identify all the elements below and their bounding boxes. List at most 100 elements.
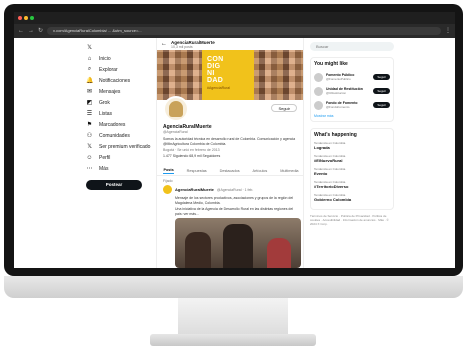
avatar[interactable] bbox=[314, 72, 323, 82]
minimize-window-icon[interactable] bbox=[24, 16, 28, 20]
post-text-2: Una iniciativa de la Agencia de Desarrol… bbox=[175, 207, 294, 216]
photo-person bbox=[223, 224, 253, 268]
banner-title: CON DIG NI DAD bbox=[207, 56, 223, 84]
suggestion-handle: @FondoFomento bbox=[326, 105, 350, 109]
pinned-post[interactable]: Fijado AgenciaRuralMuerte @AgenciaRural … bbox=[163, 179, 301, 216]
right-sidebar: Buscar You might like Fomento Público @Fo… bbox=[310, 42, 394, 226]
more-icon: ⋯ bbox=[86, 166, 93, 172]
sidebar-item-explorar[interactable]: ⌕ Explorar bbox=[86, 64, 154, 75]
address-bar[interactable]: x.com/AgenciaRuralColombia/ ... &utm_sou… bbox=[47, 27, 441, 35]
banner-line-3: NI bbox=[207, 70, 215, 77]
back-arrow-icon[interactable]: ← bbox=[161, 41, 167, 47]
photo-person bbox=[185, 232, 211, 268]
suggestion-list: Fomento Público @FomentoPublico Seguir Unid… bbox=[314, 70, 390, 112]
browser-tab-bar bbox=[14, 12, 455, 24]
sidebar-item-label: Ser premium verificado bbox=[99, 143, 151, 150]
trend-item[interactable]: Tendencia en Colombia Evento bbox=[314, 167, 390, 180]
follow-button[interactable]: Seguir bbox=[373, 74, 390, 80]
show-more-link[interactable]: Mostrar más bbox=[314, 114, 390, 118]
sidebar-item-label: Inicio bbox=[99, 55, 111, 62]
tab-destacados[interactable]: Destacados bbox=[220, 169, 240, 173]
photo-person bbox=[267, 238, 291, 268]
sidebar-item-label: Mensajes bbox=[99, 88, 121, 95]
trends-title: What's happening bbox=[314, 132, 357, 138]
monitor-frame: ← → ↻ x.com/AgenciaRuralColombia/ ... &u… bbox=[4, 4, 463, 276]
profile-tabs: Posts Respuestas Destacados Artículos Multim… bbox=[157, 166, 303, 176]
close-window-icon[interactable] bbox=[18, 16, 22, 20]
reload-icon[interactable]: ↻ bbox=[38, 28, 43, 34]
suggestion-text: Fondo de Fomento @FondoFomento bbox=[326, 101, 370, 109]
sidebar-item-listas[interactable]: ☰ Listas bbox=[86, 108, 154, 119]
tab-posts[interactable]: Posts bbox=[163, 168, 174, 174]
sidebar-item-grok[interactable]: ◩ Grok bbox=[86, 97, 154, 108]
browser-toolbar: ← → ↻ x.com/AgenciaRuralColombia/ ... &u… bbox=[14, 24, 455, 38]
sidebar-item-comunidades[interactable]: ⚇ Comunidades bbox=[86, 130, 154, 141]
sidebar-item-label: Notificaciones bbox=[99, 77, 131, 84]
mail-icon: ✉ bbox=[86, 89, 93, 95]
tab-respuestas[interactable]: Respuestas bbox=[187, 169, 207, 173]
avatar[interactable] bbox=[314, 86, 323, 96]
banner-line-1: CON bbox=[207, 56, 224, 63]
profile-bio: Somos la autoridad técnica en desarrollo… bbox=[163, 137, 296, 146]
follow-counts[interactable]: 1.477 Siguiendo 68,9 mil Seguidores bbox=[163, 154, 301, 158]
footer-links[interactable]: Términos de Servicio · Política de Priva… bbox=[310, 214, 394, 226]
profile-banner[interactable]: CON DIG NI DAD #AgenciaRural bbox=[157, 50, 303, 100]
post-photo[interactable] bbox=[175, 218, 301, 268]
profile-avatar[interactable] bbox=[163, 96, 189, 122]
bell-icon: 🔔 bbox=[86, 78, 94, 84]
banner-tagline: #AgenciaRural bbox=[207, 86, 230, 90]
suggestions-title: You might like bbox=[314, 61, 348, 67]
suggestion-handle: @FomentoPublico bbox=[326, 77, 351, 81]
sidebar-item-perfil[interactable]: ☺ Perfil bbox=[86, 152, 154, 163]
sidebar-item-label: Marcadores bbox=[99, 121, 126, 128]
back-arrow-icon[interactable]: ← bbox=[18, 28, 24, 34]
grok-icon: ◩ bbox=[86, 100, 93, 106]
follow-button[interactable]: Seguir bbox=[373, 88, 390, 94]
post-button[interactable]: Postear bbox=[86, 180, 142, 190]
suggestion-item[interactable]: Unidad de Restitución @URestitucion Seguir bbox=[314, 84, 390, 98]
sidebar-item-label: Explorar bbox=[99, 66, 118, 73]
suggestion-text: Unidad de Restitución @URestitucion bbox=[326, 87, 370, 95]
pinned-label: Fijado bbox=[163, 179, 173, 183]
sidebar-item-label: Perfil bbox=[99, 154, 111, 161]
sidebar-item-ser-premium-verificado[interactable]: 𝕏 Ser premium verificado bbox=[86, 141, 154, 152]
suggestion-item[interactable]: Fomento Público @FomentoPublico Seguir bbox=[314, 70, 390, 84]
profile-info: AgenciaRuralMuerte @AgenciaRural Somos l… bbox=[163, 124, 301, 158]
post-avatar[interactable] bbox=[163, 185, 172, 194]
sidebar-item-inicio[interactable]: ⌂ Inicio bbox=[86, 53, 154, 64]
profile-icon: ☺ bbox=[86, 154, 93, 161]
home-icon: ⌂ bbox=[87, 55, 92, 62]
tab-multimedia[interactable]: Multimedia bbox=[280, 169, 298, 173]
sidebar-item-marcadores[interactable]: ⚑ Marcadores bbox=[86, 119, 154, 130]
trend-item[interactable]: Tendencia en Colombia Lograda bbox=[314, 141, 390, 154]
maximize-window-icon[interactable] bbox=[30, 16, 34, 20]
tab-artículos[interactable]: Artículos bbox=[253, 169, 268, 173]
twitter-page: 𝕏 ⌂ Inicio ⌕ Explorar 🔔 Notificaciones ✉ Mensaje… bbox=[14, 38, 455, 268]
extensions-icon[interactable]: ⋮ bbox=[445, 28, 451, 34]
monitor-chin bbox=[4, 276, 463, 298]
avatar[interactable] bbox=[314, 100, 323, 110]
trend-item[interactable]: Tendencia en Colombia #ElNuevoRural bbox=[314, 154, 390, 167]
sidebar-item-mensajes[interactable]: ✉ Mensajes bbox=[86, 86, 154, 97]
trend-name: Lograda bbox=[314, 145, 330, 150]
suggestion-handle: @URestitucion bbox=[326, 91, 347, 95]
trend-item[interactable]: Tendencia en Colombia #TerritorioDiverso bbox=[314, 180, 390, 193]
forward-arrow-icon[interactable]: → bbox=[28, 28, 34, 34]
suggestion-item[interactable]: Fondo de Fomento @FondoFomento Seguir bbox=[314, 98, 390, 112]
trend-name: Evento bbox=[314, 171, 328, 176]
monitor-stand bbox=[178, 298, 288, 336]
sidebar-item-label: Comunidades bbox=[99, 132, 130, 139]
follow-button[interactable]: Seguir bbox=[373, 102, 390, 108]
sidebar-item-label: Grok bbox=[99, 99, 110, 106]
sidebar-item-home-logo[interactable]: 𝕏 bbox=[86, 42, 154, 53]
x-logo-icon: 𝕏 bbox=[87, 45, 92, 51]
post-author[interactable]: AgenciaRuralMuerte bbox=[175, 187, 214, 192]
follow-button[interactable]: Seguir bbox=[271, 104, 297, 112]
sidebar-item-más[interactable]: ⋯ Más bbox=[86, 163, 154, 174]
sidebar-item-notificaciones[interactable]: 🔔 Notificaciones bbox=[86, 75, 154, 86]
trend-item[interactable]: Tendencia en Colombia Gobierno Colombia bbox=[314, 193, 390, 206]
search-input[interactable]: Buscar bbox=[310, 42, 394, 51]
trend-name: Gobierno Colombia bbox=[314, 197, 352, 202]
post-meta: @AgenciaRural · 1 feb. bbox=[216, 187, 254, 192]
people-icon: ⚇ bbox=[86, 133, 93, 139]
